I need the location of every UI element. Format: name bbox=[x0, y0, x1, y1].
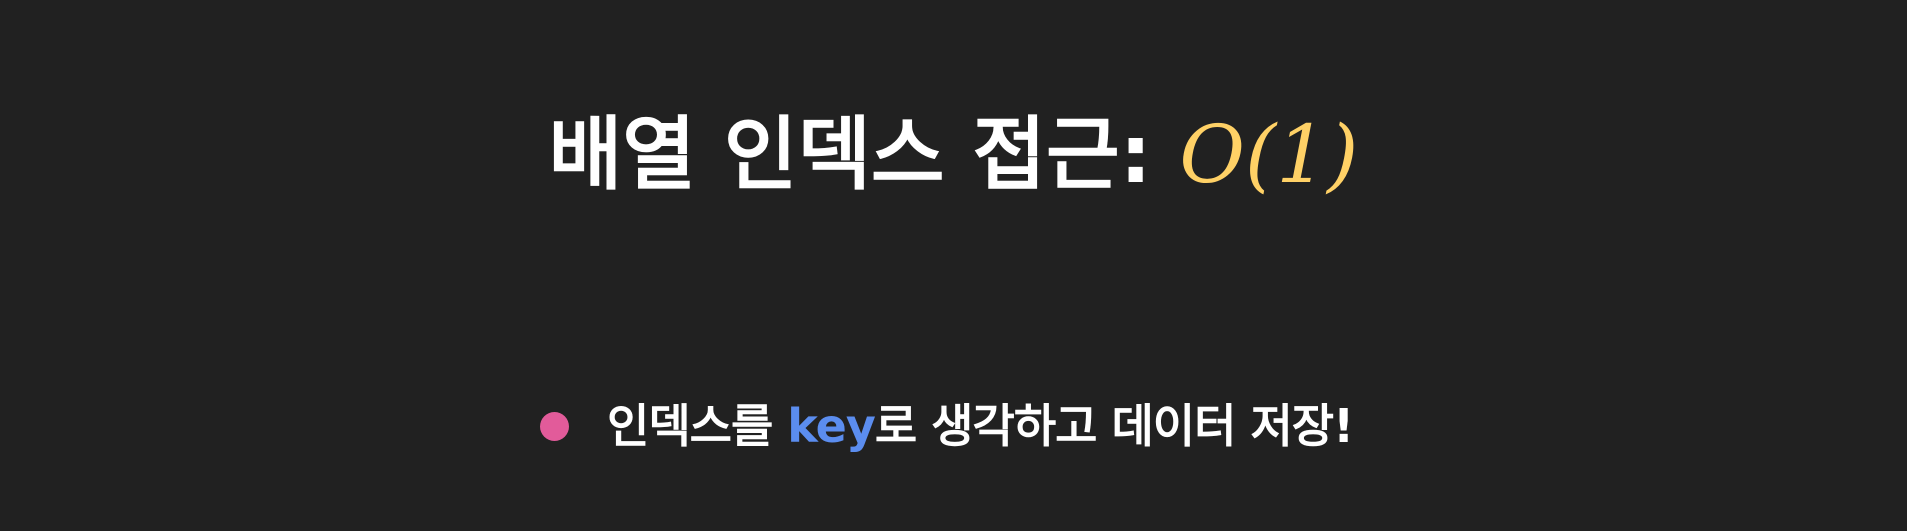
bullet-text: 인덱스를 key로 생각하고 데이터 저장! bbox=[607, 396, 1354, 456]
bullet-key-highlight: key bbox=[787, 399, 876, 453]
bullet-text-after: 로 생각하고 데이터 저장! bbox=[874, 399, 1354, 453]
bullet-dot-icon bbox=[540, 411, 569, 441]
title-text: 배열 인덱스 접근: bbox=[548, 108, 1180, 201]
slide: 배열 인덱스 접근: O(1) 인덱스를 key로 생각하고 데이터 저장! bbox=[0, 0, 1907, 531]
bullet-text-before: 인덱스를 bbox=[607, 399, 788, 453]
bullet-item: 인덱스를 key로 생각하고 데이터 저장! bbox=[540, 396, 1354, 456]
slide-title: 배열 인덱스 접근: O(1) bbox=[0, 105, 1907, 205]
title-math-complexity: O(1) bbox=[1179, 108, 1359, 201]
